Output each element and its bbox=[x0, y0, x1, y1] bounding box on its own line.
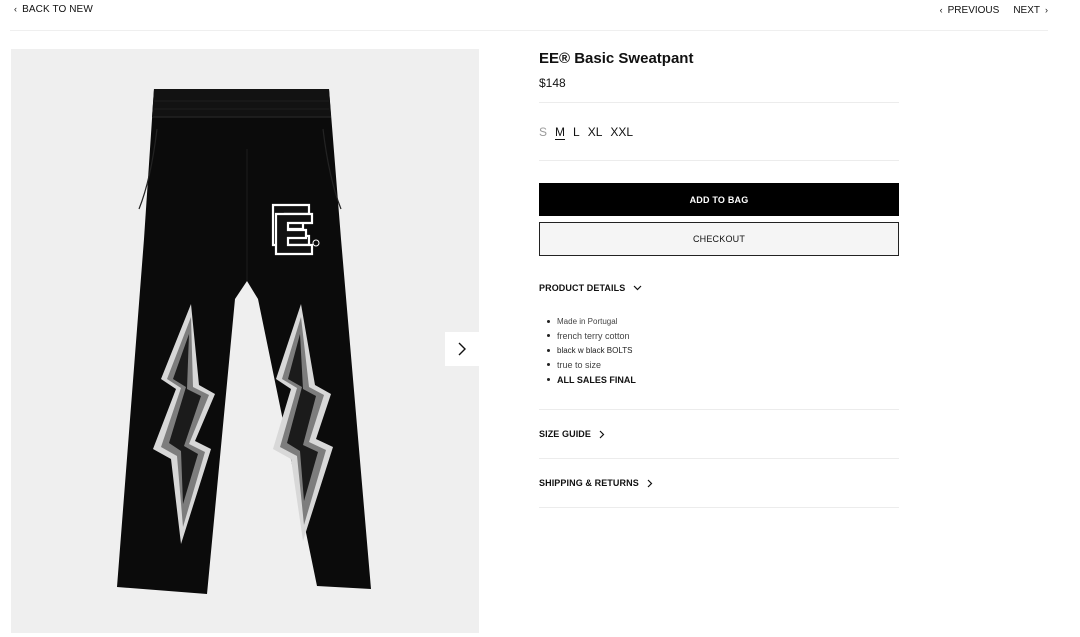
list-item: french terry cotton bbox=[547, 329, 636, 343]
size-option-m[interactable]: M bbox=[555, 125, 565, 139]
size-option-xxl[interactable]: XXL bbox=[610, 125, 633, 139]
divider bbox=[539, 160, 899, 161]
product-title: EE® Basic Sweatpant bbox=[539, 50, 694, 67]
shipping-returns-label: SHIPPING & RETURNS bbox=[539, 478, 639, 488]
back-to-new-label: BACK TO NEW bbox=[22, 4, 93, 15]
chevron-left-icon: ‹ bbox=[939, 5, 943, 15]
product-image-gallery bbox=[11, 49, 479, 633]
previous-label: PREVIOUS bbox=[947, 5, 1000, 16]
add-to-bag-button[interactable]: ADD TO BAG bbox=[539, 183, 899, 216]
list-item: black w black BOLTS bbox=[547, 344, 636, 358]
product-price: $148 bbox=[539, 76, 566, 90]
previous-link[interactable]: ‹ PREVIOUS bbox=[940, 5, 1000, 16]
size-option-l[interactable]: L bbox=[573, 125, 580, 139]
chevron-right-icon bbox=[458, 342, 466, 356]
top-nav: ‹ BACK TO NEW ‹ PREVIOUS NEXT › bbox=[0, 0, 1080, 30]
list-item: true to size bbox=[547, 358, 636, 372]
chevron-right-icon bbox=[647, 479, 653, 487]
chevron-left-icon: ‹ bbox=[14, 4, 18, 14]
product-image bbox=[117, 89, 371, 594]
back-to-new-link[interactable]: ‹ BACK TO NEW bbox=[14, 4, 93, 15]
list-item: Made in Portugal bbox=[547, 315, 636, 329]
size-selector: S M L XL XXL bbox=[539, 125, 633, 139]
product-details-toggle[interactable]: PRODUCT DETAILS bbox=[539, 283, 642, 293]
divider bbox=[539, 102, 899, 103]
divider bbox=[539, 458, 899, 459]
chevron-down-icon bbox=[633, 285, 642, 291]
pager: ‹ PREVIOUS NEXT › bbox=[940, 5, 1048, 16]
shipping-returns-toggle[interactable]: SHIPPING & RETURNS bbox=[539, 478, 653, 488]
next-link[interactable]: NEXT › bbox=[1013, 5, 1048, 16]
divider bbox=[539, 507, 899, 508]
top-divider bbox=[10, 30, 1048, 31]
checkout-button[interactable]: CHECKOUT bbox=[539, 222, 899, 256]
gallery-next-button[interactable] bbox=[445, 332, 479, 366]
next-label: NEXT bbox=[1013, 5, 1040, 16]
divider bbox=[539, 409, 899, 410]
size-option-xl[interactable]: XL bbox=[588, 125, 603, 139]
list-item: ALL SALES FINAL bbox=[547, 373, 636, 387]
chevron-right-icon: › bbox=[1045, 5, 1048, 15]
size-option-s[interactable]: S bbox=[539, 125, 547, 139]
size-guide-toggle[interactable]: SIZE GUIDE bbox=[539, 429, 605, 439]
size-guide-label: SIZE GUIDE bbox=[539, 429, 592, 439]
product-details-label: PRODUCT DETAILS bbox=[539, 283, 626, 293]
chevron-right-icon bbox=[599, 430, 605, 438]
product-details-list: Made in Portugal french terry cotton bla… bbox=[547, 315, 636, 387]
